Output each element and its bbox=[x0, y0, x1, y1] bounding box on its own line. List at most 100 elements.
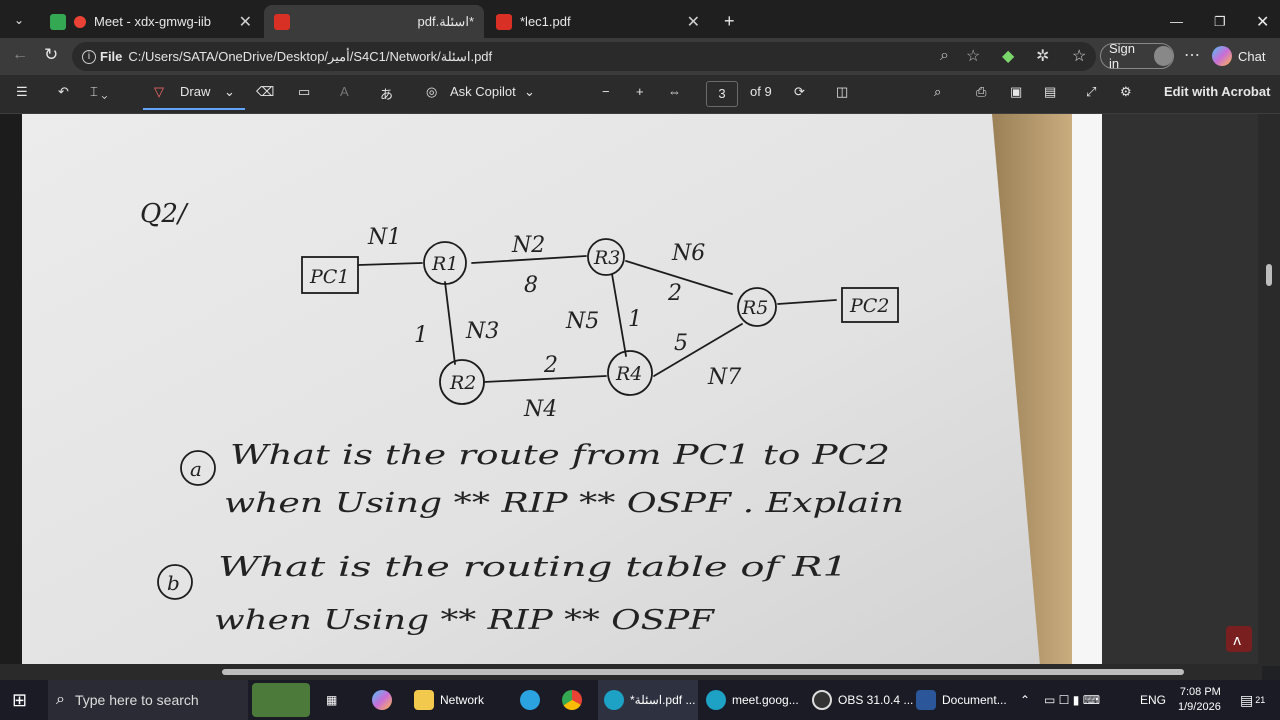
taskbar: ⊞ ⌕ Type here to search ▦ Network *اسئلة… bbox=[0, 680, 1280, 720]
edge-icon bbox=[706, 690, 726, 710]
clock[interactable]: 7:08 PM 1/9/2026 bbox=[1178, 680, 1221, 720]
question-a-line2: when Using ** RIP ** OSPF . Explain bbox=[224, 488, 904, 519]
search-placeholder: Type here to search bbox=[74, 692, 199, 708]
chrome-icon bbox=[562, 690, 582, 710]
close-window-button[interactable]: ✕ bbox=[1246, 5, 1276, 38]
search-icon[interactable]: ⌕ bbox=[934, 84, 941, 100]
close-icon[interactable]: ✕ bbox=[239, 12, 252, 32]
app-label: meet.goog... bbox=[732, 693, 799, 707]
horizontal-scrollbar[interactable] bbox=[0, 664, 1262, 680]
n4-label: N4 bbox=[523, 397, 557, 422]
app-label: Document... bbox=[942, 693, 1007, 707]
chevron-down-icon[interactable]: ⌄ bbox=[224, 84, 235, 100]
cost-r3-r4: 1 bbox=[628, 307, 642, 332]
erase-icon[interactable]: ⌫ bbox=[256, 84, 274, 100]
clock-date: 1/9/2026 bbox=[1178, 701, 1221, 713]
highlight-icon[interactable]: ⌶ ⌄ bbox=[90, 84, 108, 100]
r1-label: R1 bbox=[431, 253, 458, 275]
taskbar-app-word[interactable]: Document... bbox=[916, 680, 1007, 720]
refresh-icon[interactable]: ↻ bbox=[44, 45, 58, 65]
copilot-chat-button[interactable]: Chat bbox=[1212, 43, 1272, 69]
maximize-button[interactable]: ❐ bbox=[1204, 5, 1234, 38]
edit-with-acrobat-button[interactable]: Edit with Acrobat bbox=[1164, 84, 1270, 99]
draw-button[interactable]: Draw bbox=[180, 84, 210, 99]
page-number-input[interactable]: 3 bbox=[706, 81, 738, 107]
tab-list-button[interactable]: ⌄ bbox=[4, 8, 32, 32]
r5-label: R5 bbox=[741, 297, 768, 319]
settings-gear-icon[interactable]: ⚙ bbox=[1120, 84, 1132, 100]
back-icon[interactable]: ← bbox=[12, 46, 28, 64]
taskbar-app-explorer[interactable]: Network bbox=[414, 680, 484, 720]
taskbar-app-meet[interactable]: meet.goog... bbox=[706, 680, 799, 720]
sign-in-button[interactable]: Sign in bbox=[1100, 41, 1174, 71]
favorites-icon[interactable]: ☆ bbox=[1072, 46, 1086, 66]
tab-label: *lec1.pdf bbox=[520, 14, 571, 29]
avatar bbox=[1153, 46, 1173, 66]
language-indicator[interactable]: ENG bbox=[1140, 680, 1166, 720]
puzzle-icon[interactable]: ✲ bbox=[1036, 46, 1049, 66]
read-aloud-icon[interactable]: A bbox=[340, 84, 349, 99]
tab-lec1[interactable]: *lec1.pdf ✕ bbox=[486, 5, 710, 38]
obs-icon bbox=[812, 690, 832, 710]
zoom-icon[interactable]: ⌕ bbox=[940, 47, 949, 65]
address-bar: ← ↻ i File C:/Users/SATA/OneDrive/Deskto… bbox=[0, 38, 1280, 75]
rotate-icon[interactable]: ⟳ bbox=[794, 84, 805, 100]
contents-icon[interactable]: ☰ bbox=[16, 84, 28, 100]
ask-copilot-button[interactable]: Ask Copilot bbox=[450, 84, 516, 99]
translate-icon[interactable]: あ bbox=[380, 84, 393, 103]
tab-label: pdf.اسئلة* bbox=[417, 13, 474, 29]
save-as-icon[interactable]: ▤ bbox=[1044, 84, 1056, 100]
chevron-down-icon: ⌄ bbox=[14, 13, 25, 27]
scroll-thumb[interactable] bbox=[1266, 264, 1272, 286]
vertical-scrollbar[interactable] bbox=[1258, 114, 1280, 666]
sign-in-label: Sign in bbox=[1109, 41, 1136, 71]
taskbar-app-obs[interactable]: OBS 31.0.4 ... bbox=[812, 680, 913, 720]
telegram-icon bbox=[520, 690, 540, 710]
tray-overflow[interactable]: ⌃ bbox=[1020, 680, 1030, 720]
question-a-line1: What is the route from PC1 to PC2 bbox=[230, 440, 890, 471]
page-view-icon[interactable]: ◫ bbox=[836, 84, 848, 100]
fullscreen-icon[interactable]: ⤢ bbox=[1086, 84, 1096, 100]
tab-meet[interactable]: Meet - xdx-gmwg-iib ✕ bbox=[40, 5, 262, 38]
new-tab-button[interactable]: + bbox=[714, 5, 744, 38]
search-box[interactable]: ⌕ Type here to search bbox=[48, 680, 248, 720]
print-icon[interactable]: ⎙ bbox=[976, 84, 986, 100]
start-button[interactable]: ⊞ bbox=[12, 680, 27, 720]
pc2-label: PC2 bbox=[849, 295, 889, 317]
zoom-in-button[interactable]: + bbox=[636, 84, 644, 99]
n2-label: N2 bbox=[511, 233, 545, 258]
copilot-taskbar-button[interactable] bbox=[372, 680, 398, 720]
close-icon[interactable]: ✕ bbox=[687, 12, 700, 32]
scroll-thumb[interactable] bbox=[222, 669, 1184, 675]
n3-label: N3 bbox=[465, 319, 499, 344]
fit-page-icon[interactable]: ⇔ bbox=[668, 84, 681, 99]
minimize-button[interactable]: — bbox=[1160, 5, 1190, 38]
taskbar-app-telegram[interactable] bbox=[520, 680, 546, 720]
widgets-button[interactable] bbox=[252, 680, 316, 720]
chat-label: Chat bbox=[1238, 48, 1266, 64]
undo-icon[interactable]: ↶ bbox=[58, 84, 69, 100]
tab-pdf-active[interactable]: pdf.اسئلة* bbox=[264, 5, 484, 38]
favorite-star-icon[interactable]: ☆ bbox=[966, 46, 980, 66]
more-icon[interactable]: ⋯ bbox=[1184, 45, 1200, 65]
taskbar-app-chrome[interactable] bbox=[562, 680, 588, 720]
chevron-down-icon[interactable]: ⌄ bbox=[524, 84, 535, 100]
pdf-viewer[interactable]: PC1 R1 R3 R5 PC2 R2 R4 N1 N2 N3 N4 N5 N6… bbox=[0, 114, 1280, 666]
windows-icon: ⊞ bbox=[12, 689, 28, 710]
task-view-button[interactable]: ▦ bbox=[326, 680, 337, 720]
taskbar-app-edge-pdf[interactable]: *اسئلة.pdf ... bbox=[598, 680, 698, 720]
question-b-line1: What is the routing table of R1 bbox=[218, 552, 848, 583]
r3-label: R3 bbox=[593, 247, 620, 269]
zoom-out-button[interactable]: − bbox=[602, 84, 610, 99]
extension-icon[interactable]: ◆ bbox=[1002, 46, 1014, 66]
palm-tree-icon bbox=[252, 683, 310, 717]
text-box-icon[interactable]: ▭ bbox=[298, 84, 310, 100]
copilot-ask-icon: ◎ bbox=[426, 84, 438, 99]
save-icon[interactable]: ▣ bbox=[1010, 84, 1022, 100]
url-scheme: File bbox=[100, 49, 123, 64]
cost-r2-r4: 2 bbox=[543, 353, 558, 378]
tray-icons[interactable]: ▭ ☐ ▮ ⌨ bbox=[1044, 680, 1100, 720]
task-view-icon: ▦ bbox=[326, 693, 338, 707]
notifications-button[interactable]: ▤ 21 bbox=[1240, 680, 1265, 720]
n5-label: N5 bbox=[565, 309, 599, 334]
